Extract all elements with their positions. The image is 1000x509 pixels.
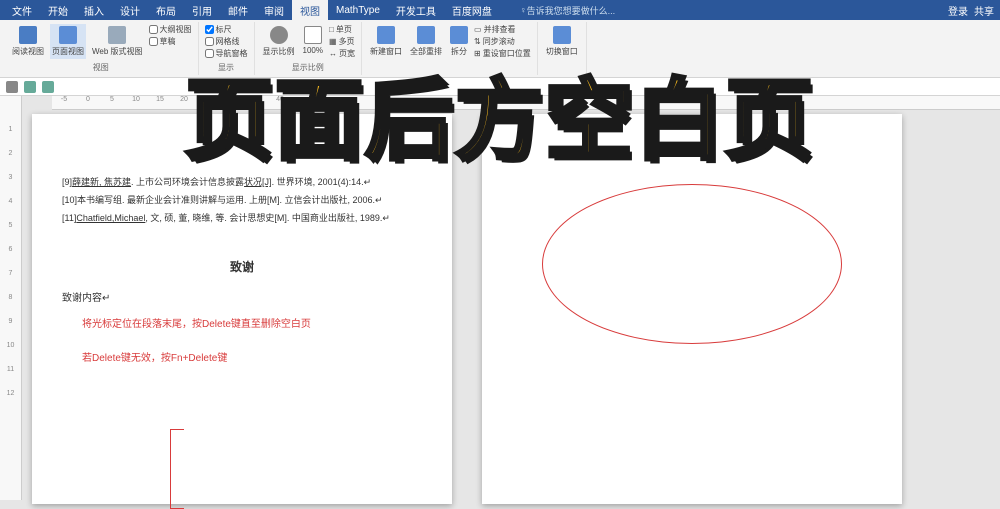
tab-百度网盘[interactable]: 百度网盘 bbox=[444, 0, 500, 20]
ribbon-group-views: 阅读视图 页面视图 Web 版式视图 大纲视图 草稿 视图 bbox=[4, 22, 199, 75]
save-icon[interactable] bbox=[6, 81, 18, 93]
tutorial-overlay-title: 页面后方空白页 bbox=[185, 50, 815, 177]
red-ellipse-annotation bbox=[542, 184, 842, 344]
redo-icon[interactable] bbox=[42, 81, 54, 93]
gridlines-check[interactable]: 网格线 bbox=[205, 36, 248, 47]
annotation-bracket bbox=[170, 429, 184, 509]
read-mode-button[interactable]: 阅读视图 bbox=[10, 24, 46, 59]
tab-文件[interactable]: 文件 bbox=[4, 0, 40, 20]
tab-设计[interactable]: 设计 bbox=[112, 0, 148, 20]
tab-引用[interactable]: 引用 bbox=[184, 0, 220, 20]
tab-邮件[interactable]: 邮件 bbox=[220, 0, 256, 20]
tab-MathType[interactable]: MathType bbox=[328, 0, 388, 20]
vertical-ruler: 123456789101112 bbox=[0, 96, 22, 500]
group-label: 视图 bbox=[10, 62, 192, 73]
acknowledgment-content: 致谢内容↵ bbox=[62, 290, 422, 308]
tab-开发工具[interactable]: 开发工具 bbox=[388, 0, 444, 20]
share-button[interactable]: 共享 bbox=[974, 3, 994, 18]
print-layout-button[interactable]: 页面视图 bbox=[50, 24, 86, 59]
one-page-button[interactable]: □单页 bbox=[329, 24, 355, 35]
tab-开始[interactable]: 开始 bbox=[40, 0, 76, 20]
reference-10: [10]本书编写组. 最新企业会计准则讲解与运用. 上册[M]. 立信会计出版社… bbox=[62, 192, 422, 208]
multi-page-button[interactable]: ▦多页 bbox=[329, 36, 355, 47]
tab-布局[interactable]: 布局 bbox=[148, 0, 184, 20]
sync-scroll-button[interactable]: ⇅同步滚动 bbox=[474, 36, 531, 47]
titlebar-actions: 登录 共享 bbox=[948, 0, 1000, 20]
tab-审阅[interactable]: 审阅 bbox=[256, 0, 292, 20]
draft-check[interactable]: 草稿 bbox=[149, 36, 192, 47]
ruler-check[interactable]: 标尺 bbox=[205, 24, 248, 35]
tab-视图[interactable]: 视图 bbox=[292, 0, 328, 20]
acknowledgment-heading: 致谢 bbox=[62, 257, 422, 279]
reference-11: [11]Chatfield,Michael, 文, 硕, 董, 晓维, 等. 会… bbox=[62, 210, 422, 226]
titlebar: 文件开始插入设计布局引用邮件审阅视图MathType开发工具百度网盘 ♀ 告诉我… bbox=[0, 0, 1000, 20]
instruction-note-2: 若Delete键无效，按Fn+Delete键 bbox=[82, 350, 422, 368]
instruction-note-1: 将光标定位在段落末尾，按Delete键直至删除空白页 bbox=[82, 316, 422, 334]
side-by-side-button[interactable]: ▭并排查看 bbox=[474, 24, 531, 35]
tab-插入[interactable]: 插入 bbox=[76, 0, 112, 20]
undo-icon[interactable] bbox=[24, 81, 36, 93]
outline-check[interactable]: 大纲视图 bbox=[149, 24, 192, 35]
login-button[interactable]: 登录 bbox=[948, 3, 968, 18]
menu-tabs: 文件开始插入设计布局引用邮件审阅视图MathType开发工具百度网盘 bbox=[0, 0, 500, 20]
tell-me-search[interactable]: ♀ 告诉我您想要做什么... bbox=[520, 0, 615, 20]
web-layout-button[interactable]: Web 版式视图 bbox=[90, 24, 145, 59]
